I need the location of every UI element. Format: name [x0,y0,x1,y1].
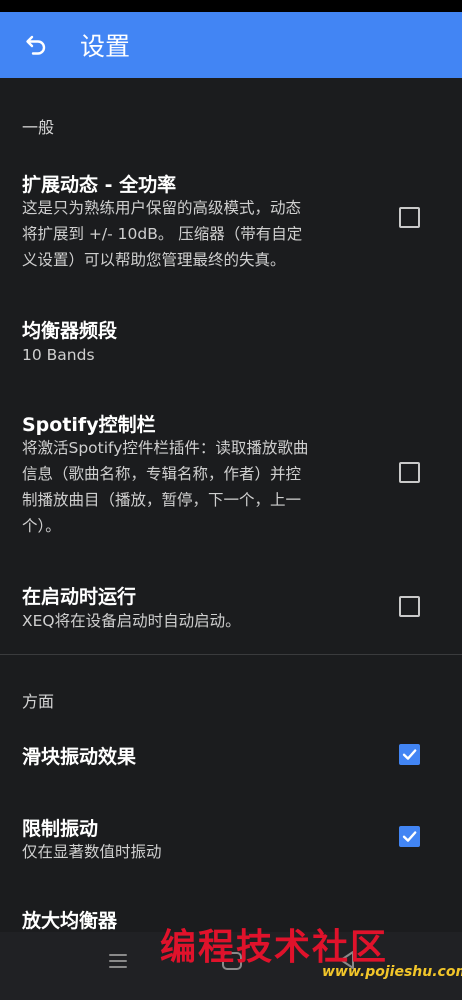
section-header-aspect: 方面 [22,692,55,711]
watermark-url: www.pojieshu.com [322,964,462,980]
setting-spotify-bar[interactable]: Spotify控制栏 将激活Spotify控件栏插件：读取播放歌曲 信息（歌曲名… [0,400,462,550]
back-arrow-icon [26,35,46,55]
menu-icon [109,954,127,968]
watermark-logo: 编程技术社区 [160,926,389,968]
section-divider [0,654,462,655]
app-bar: 设置 [0,12,462,78]
setting-eq-bands[interactable]: 均衡器频段 10 Bands [0,306,462,380]
setting-title: 扩展动态 - 全功率 [22,174,177,196]
page-title: 设置 [80,32,131,61]
back-button[interactable] [24,33,48,57]
setting-title: 限制振动 [22,818,99,840]
setting-run-at-boot[interactable]: 在启动时运行 XEQ将在设备启动时自动启动。 [0,574,462,640]
slider-vibration-checkbox[interactable] [399,744,420,765]
setting-summary: 将激活Spotify控件栏插件：读取播放歌曲 信息（歌曲名称，专辑名称，作者）并… [22,439,309,535]
run-at-boot-checkbox[interactable] [399,596,420,617]
setting-title: Spotify控制栏 [22,414,156,436]
setting-title: 在启动时运行 [22,586,137,608]
setting-limit-vibration[interactable]: 限制振动 仅在显著数值时振动 [0,806,462,870]
setting-summary: XEQ将在设备启动时自动启动。 [22,612,241,630]
setting-title: 放大均衡器 [22,910,118,932]
limit-vibration-checkbox[interactable] [399,826,420,847]
setting-expanded-dynamics[interactable]: 扩展动态 - 全功率 这是只为熟练用户保留的高级模式，动态 将扩展到 +/- 1… [0,160,462,284]
setting-title: 均衡器频段 [22,320,118,342]
spotify-bar-checkbox[interactable] [399,462,420,483]
setting-title: 滑块振动效果 [22,746,137,768]
check-icon [402,831,417,842]
expanded-dynamics-checkbox[interactable] [399,207,420,228]
check-icon [402,749,417,760]
setting-summary: 这是只为熟练用户保留的高级模式，动态 将扩展到 +/- 10dB。 压缩器（带有… [22,199,303,269]
setting-summary: 10 Bands [22,346,95,364]
status-bar [0,0,462,12]
recent-apps-button[interactable] [108,952,128,974]
section-header-general: 一般 [22,118,55,137]
setting-slider-vibration[interactable]: 滑块振动效果 [0,734,462,778]
setting-summary: 仅在显著数值时振动 [22,843,162,861]
